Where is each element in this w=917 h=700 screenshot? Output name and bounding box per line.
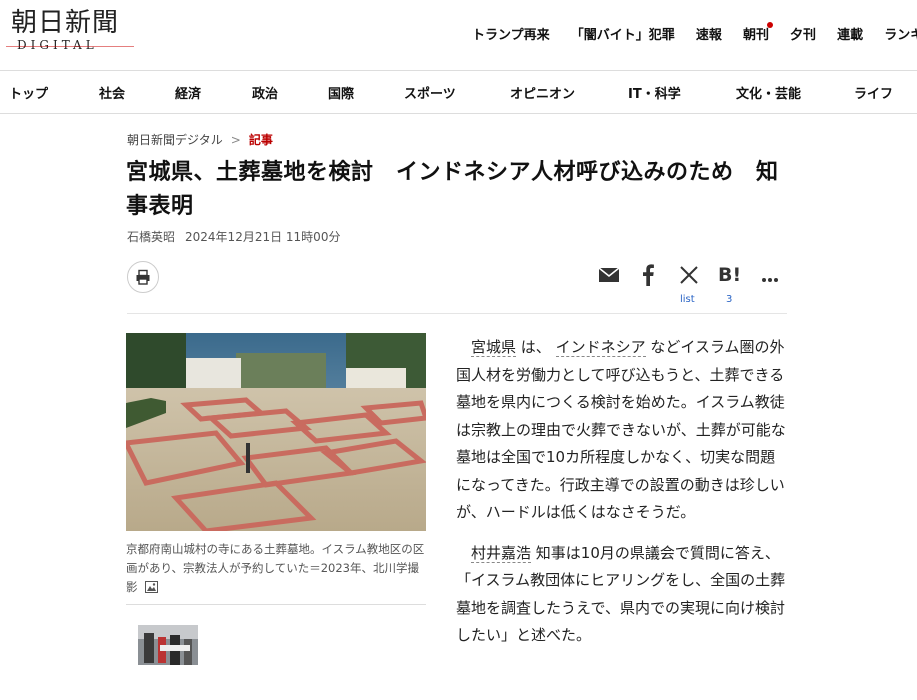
facebook-icon [643, 264, 654, 286]
topnav-evening[interactable]: 夕刊 [790, 28, 816, 43]
article-body: 宮城県 は、 インドネシア などイスラム圏の外国人材を労働力として呼び込もうと、… [456, 334, 786, 663]
catnav-society[interactable]: 社会 [99, 83, 125, 102]
thumbnail-image [138, 625, 198, 665]
section-divider [127, 313, 787, 314]
catnav-economy[interactable]: 経済 [175, 83, 201, 102]
article-paragraph: 村井嘉浩 知事は10月の県議会で質問に答え、「イスラム教団体にヒアリングをし、全… [456, 540, 786, 650]
topnav-breaking[interactable]: 速報 [696, 28, 722, 43]
print-button[interactable] [127, 261, 159, 293]
article-photo[interactable] [126, 333, 426, 531]
article-headline: 宮城県、土葬墓地を検討 インドネシア人材呼び込みのため 知事表明 [126, 160, 779, 219]
breadcrumb-home[interactable]: 朝日新聞デジタル [127, 133, 223, 147]
topnav-trump[interactable]: トランプ再来 [472, 28, 550, 43]
paragraph-text: などイスラム圏の外国人材を労働力として呼び込もうと、土葬できる墓地を県内につくる… [456, 338, 786, 521]
breadcrumb-current: 記事 [248, 133, 273, 147]
catnav-it-science[interactable]: IT・科学 [628, 83, 681, 102]
photo-caption-text: 京都府南山城村の寺にある土葬墓地。イスラム教地区の区画があり、宗教法人が予約して… [126, 542, 425, 594]
caption-divider [126, 604, 426, 605]
topnav-yami-baito[interactable]: 「闇バイト」犯罪 [571, 28, 675, 43]
author-name[interactable]: 石橋英昭 [127, 230, 175, 244]
photo-caption: 京都府南山城村の寺にある土葬墓地。イスラム教地区の区画があり、宗教法人が予約して… [126, 540, 426, 597]
keyword-link-murai[interactable]: 村井嘉浩 [471, 543, 532, 563]
top-nav: トランプ再来 「闇バイト」犯罪 速報 朝刊 夕刊 連載 ランキング [472, 22, 917, 43]
logo-sub: DIGITAL [17, 38, 98, 52]
mail-icon [598, 267, 620, 282]
photo-icon[interactable] [145, 581, 159, 593]
catnav-top[interactable]: トップ [9, 83, 48, 102]
catnav-politics[interactable]: 政治 [252, 83, 278, 102]
topnav-morning-label: 朝刊 [742, 28, 769, 43]
logo-underline [6, 46, 134, 47]
share-facebook-button[interactable] [641, 264, 655, 290]
new-indicator-dot [766, 22, 773, 28]
catnav-international[interactable]: 国際 [328, 83, 354, 102]
topnav-series[interactable]: 連載 [837, 28, 863, 43]
logo-main: 朝日新聞 [11, 8, 120, 38]
share-hatena-button[interactable]: B! [718, 264, 741, 286]
hatena-icon: B! [718, 264, 742, 286]
site-header: 朝日新聞 DIGITAL トランプ再来 「闇バイト」犯罪 速報 朝刊 夕刊 連載… [0, 0, 917, 70]
share-list-link[interactable]: list [680, 294, 695, 305]
paragraph-text: は、 [516, 338, 556, 356]
breadcrumb: 朝日新聞デジタル > 記事 [127, 131, 273, 148]
article-paragraph: 宮城県 は、 インドネシア などイスラム圏の外国人材を労働力として呼び込もうと、… [456, 334, 786, 527]
print-icon [136, 269, 150, 285]
cemetery-photo-image [126, 333, 426, 531]
catnav-sports[interactable]: スポーツ [404, 83, 456, 102]
catnav-culture[interactable]: 文化・芸能 [736, 83, 801, 102]
breadcrumb-separator: > [230, 133, 241, 147]
topnav-ranking[interactable]: ランキング [884, 28, 917, 43]
hatena-count[interactable]: 3 [726, 294, 732, 305]
keyword-link-indonesia[interactable]: インドネシア [555, 338, 646, 357]
share-x-button[interactable] [679, 265, 699, 289]
catnav-life[interactable]: ライフ [854, 83, 893, 102]
category-nav: トップ 社会 経済 政治 国際 スポーツ オピニオン IT・科学 文化・芸能 ラ… [0, 70, 917, 114]
byline: 石橋英昭 2024年12月21日 11時00分 [127, 228, 340, 245]
catnav-opinion[interactable]: オピニオン [510, 83, 575, 102]
more-button[interactable] [761, 268, 779, 287]
share-mail-button[interactable] [598, 266, 620, 288]
x-icon [680, 266, 698, 284]
related-photo-thumbnail[interactable] [138, 625, 198, 665]
publish-date: 2024年12月21日 11時00分 [185, 230, 341, 244]
topnav-morning[interactable]: 朝刊 [742, 22, 773, 43]
keyword-link-miyagi[interactable]: 宮城県 [471, 338, 517, 357]
more-icon [762, 278, 778, 282]
